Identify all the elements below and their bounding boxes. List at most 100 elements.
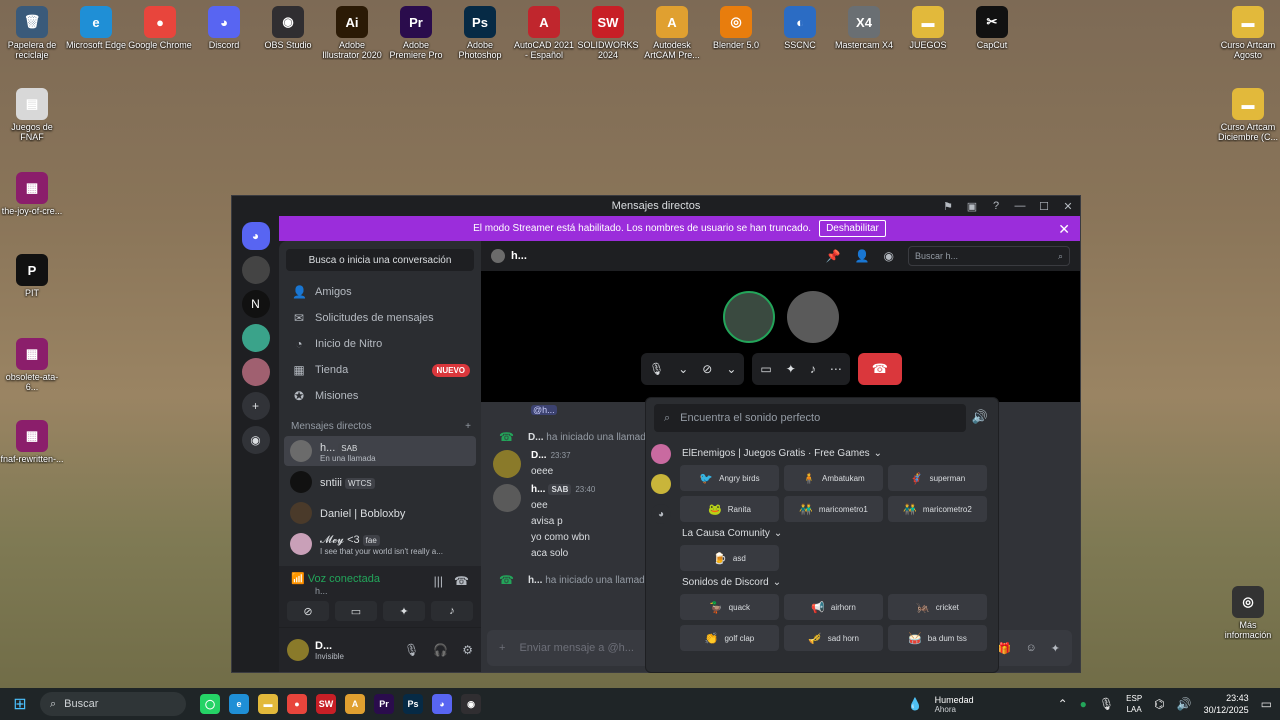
server-minecraft-icon[interactable]: [241, 324, 270, 352]
dm-item[interactable]: h... SAB En una llamada: [284, 436, 476, 466]
sound-button-airhorn[interactable]: 📢 airhorn: [784, 594, 883, 620]
settings-icon[interactable]: ⚙: [462, 643, 473, 657]
headphones-icon[interactable]: 🎧: [433, 643, 448, 657]
add-server-icon[interactable]: +: [241, 392, 270, 420]
sound-search-input[interactable]: ⌕ Encuentra el sonido perfecto: [654, 404, 966, 432]
desktop-icon-pit[interactable]: P PIT: [0, 254, 64, 298]
desktop-icon-mastercam-x4[interactable]: X4 Mastercam X4: [832, 6, 896, 50]
conversation-search[interactable]: Busca o inicia una conversación: [286, 249, 474, 271]
flag-icon[interactable]: ⚑: [936, 196, 960, 216]
taskbar-app-obs[interactable]: ◉: [461, 694, 481, 714]
desktop-icon-autodesk-artcam-pre[interactable]: A Autodesk ArtCAM Pre...: [640, 6, 704, 60]
sound-button-ba-dum-tss[interactable]: 🥁 ba dum tss: [888, 625, 987, 651]
chevron-down-icon[interactable]: ⌄: [726, 362, 736, 376]
chevron-up-icon[interactable]: ⌃: [1058, 697, 1068, 711]
add-dm-icon[interactable]: +: [465, 421, 471, 432]
sound-button-cricket[interactable]: 🦗 cricket: [888, 594, 987, 620]
desktop-icon-obsolete-ata-6[interactable]: ▦ obsolete-ata-6...: [0, 338, 64, 392]
screen-share-icon[interactable]: ▭: [335, 601, 377, 621]
call-avatar-peer[interactable]: [787, 291, 839, 343]
weather-icon[interactable]: 💧: [908, 697, 923, 711]
sound-section-header[interactable]: Sonidos de Discord ⌄: [682, 577, 990, 588]
camera-off-icon[interactable]: ⊘: [287, 601, 329, 621]
desktop-icon-papelera-de-reciclaje[interactable]: 🗑 Papelera de reciclaje: [0, 6, 64, 60]
desktop-icon-sscnc[interactable]: ◐ SSCNC: [768, 6, 832, 50]
status-dot-icon[interactable]: ●: [1080, 697, 1087, 711]
sound-button-angry-birds[interactable]: 🐦 Angry birds: [680, 465, 779, 491]
mic-control[interactable]: 🎙 ⌄ ⊘ ⌄: [641, 353, 745, 385]
avatar[interactable]: [287, 639, 309, 661]
sound-button-quack[interactable]: 🦆 quack: [680, 594, 779, 620]
dm-item[interactable]: sntiii WTCS: [284, 467, 476, 497]
desktop-icon-discord[interactable]: ◕ Discord: [192, 6, 256, 50]
call-avatar-self[interactable]: [723, 291, 775, 343]
sound-button-ambatukam[interactable]: 🧍 Ambatukam: [784, 465, 883, 491]
taskbar-app-chrome[interactable]: ●: [287, 694, 307, 714]
discord-sounds-icon[interactable]: ◕: [651, 504, 671, 524]
desktop-icon-m-s-informaci-n-sobre-esta-ima[interactable]: ◎Más información sobre esta ima...: [1216, 586, 1280, 640]
desktop-icon-adobe-photoshop-2020[interactable]: PsAdobe Photoshop 2020: [448, 6, 512, 60]
notification-icon[interactable]: ▭: [1261, 697, 1272, 711]
network-icon[interactable]: ⌬: [1154, 697, 1164, 711]
gift-icon[interactable]: 🎁: [998, 642, 1012, 655]
message-author[interactable]: D...: [531, 450, 547, 461]
maximize-button[interactable]: ☐: [1032, 196, 1056, 216]
dm-item[interactable]: Daniel | Bobloxby: [284, 498, 476, 528]
sound-button-ranita[interactable]: 🐸 Ranita: [680, 496, 779, 522]
desktop-icon-curso-artcam-agosto[interactable]: ▬ Curso Artcam Agosto: [1216, 6, 1280, 60]
emoji-icon[interactable]: ☺: [1026, 642, 1037, 655]
camera-off-icon[interactable]: ⊘: [702, 362, 712, 376]
pin-icon[interactable]: 📌: [826, 249, 841, 263]
disable-button[interactable]: Deshabilitar: [819, 220, 886, 237]
profile-icon[interactable]: ◉: [884, 249, 894, 263]
nav-item-misiones[interactable]: ✪ Misiones: [286, 383, 474, 409]
mic-icon[interactable]: 🎙: [649, 362, 664, 376]
taskbar-app-premiere[interactable]: Pr: [374, 694, 394, 714]
sound-button-golf-clap[interactable]: 👏 golf clap: [680, 625, 779, 651]
dm-item[interactable]: 𝓜𝓮𝔂 <3 fae I see that your world isn't rea…: [284, 529, 476, 559]
avatar[interactable]: [493, 484, 521, 512]
desktop-icon-adobe-premiere-pro-2020[interactable]: PrAdobe Premiere Pro 2020: [384, 6, 448, 60]
hangup-button[interactable]: ☎: [857, 353, 902, 385]
mic-icon[interactable]: 🎙: [1099, 697, 1114, 711]
more-icon[interactable]: ⋯: [830, 362, 842, 376]
desktop-icon-the-joy-of-cre[interactable]: ▦ the-joy-of-cre...: [0, 172, 64, 216]
weather-widget[interactable]: Humedad Ahora: [935, 695, 974, 714]
sound-section-header[interactable]: La Causa Comunity ⌄: [682, 528, 990, 539]
taskbar-app-photoshop[interactable]: Ps: [403, 694, 423, 714]
desktop-icon-curso-artcam-diciembre-c[interactable]: ▬ Curso Artcam Diciembre (C...: [1216, 88, 1280, 142]
nav-item-solicitudes-de-mensajes[interactable]: ✉ Solicitudes de mensajes: [286, 305, 474, 331]
desktop-icon-juegos[interactable]: ▬ JUEGOS: [896, 6, 960, 50]
sound-button-sad-horn[interactable]: 🎺 sad horn: [784, 625, 883, 651]
add-attachment-icon[interactable]: +: [499, 642, 505, 654]
nav-item-tienda[interactable]: ▦ Tienda NUEVO: [286, 357, 474, 383]
desktop-icon-fnaf-rewritten[interactable]: ▦ fnaf-rewritten-...: [0, 420, 64, 464]
start-button[interactable]: ⊞: [10, 694, 30, 714]
chat-search-input[interactable]: Buscar h... ⌕: [908, 246, 1070, 266]
nav-item-amigos[interactable]: 👤 Amigos: [286, 279, 474, 305]
taskbar-app-solidworks[interactable]: SW: [316, 694, 336, 714]
desktop-icon-blender-5-0[interactable]: ◎ Blender 5.0: [704, 6, 768, 50]
mic-icon[interactable]: 🎙: [404, 643, 419, 657]
sound-button-maricometro1[interactable]: 👬 maricometro1: [784, 496, 883, 522]
sound-button-asd[interactable]: 🍺 asd: [680, 545, 779, 571]
sound-section-header[interactable]: ElEnemigos | Juegos Gratis · Free Games ⌄: [682, 448, 990, 459]
soundboard-icon[interactable]: ♪: [810, 362, 816, 376]
server-lacausa-icon[interactable]: [651, 474, 671, 494]
chevron-down-icon[interactable]: ⌄: [678, 362, 688, 376]
server-elenemigos-icon[interactable]: [651, 444, 671, 464]
avatar[interactable]: [491, 249, 505, 263]
volume-icon[interactable]: 🔊: [1177, 697, 1192, 711]
message-author[interactable]: h...: [528, 575, 542, 586]
discord-home-icon[interactable]: ◕: [241, 222, 270, 250]
screen-share-icon[interactable]: ▭: [760, 362, 771, 376]
taskbar-app-edge[interactable]: e: [229, 694, 249, 714]
nav-item-inicio-de-nitro[interactable]: ◔ Inicio de Nitro: [286, 331, 474, 357]
share-control[interactable]: ▭ ✦ ♪ ⋯: [752, 353, 850, 385]
desktop-icon-autocad-2021-espa-ol-spani[interactable]: AAutoCAD 2021 - Español (Spani...: [512, 6, 576, 60]
clock[interactable]: 23:43 30/12/2025: [1204, 692, 1249, 716]
desktop-icon-adobe-illustrator-2020[interactable]: Ai Adobe Illustrator 2020: [320, 6, 384, 60]
noise-icon[interactable]: |||: [434, 574, 443, 588]
server-folder-icon[interactable]: [241, 358, 270, 386]
avatar[interactable]: [493, 450, 521, 478]
